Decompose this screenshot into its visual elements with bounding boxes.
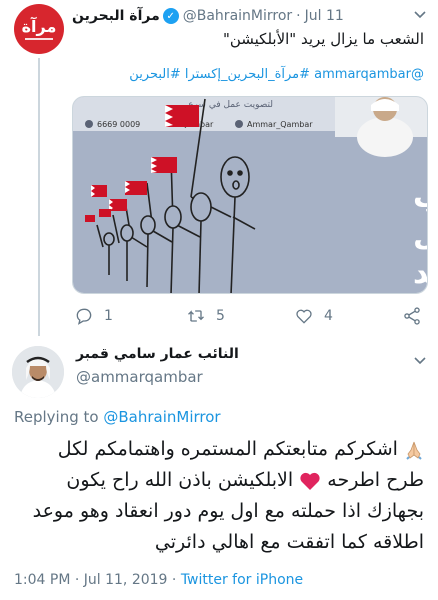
reply-tweet-text: اشكركم متابعتكم المستمره واهتمامكم لكل ط… [14, 434, 424, 558]
parent-tweet-actions: 1 5 4 [72, 306, 428, 330]
reply-count: 1 [104, 308, 113, 324]
like-icon [296, 309, 312, 324]
thread-connector-line [38, 58, 40, 336]
reply-timestamp[interactable]: 1:04 PM · Jul 11, 2019 · [14, 572, 176, 588]
replying-to-link[interactable]: @BahrainMirror [103, 408, 220, 426]
replying-to-prefix: Replying to [14, 408, 99, 426]
parent-tweet-hashtags[interactable]: @ammarqambar #مرآة_البحرين_إكسترا #البحر… [72, 67, 424, 82]
reply-display-name[interactable]: النائب عمار سامي قمبر [76, 346, 239, 362]
poster-text-line2: ما يزال [413, 218, 428, 253]
parent-handle[interactable]: @BahrainMirror [183, 8, 292, 24]
red-heart-icon [300, 472, 320, 490]
poster-text-line1: الشعب [413, 180, 428, 215]
parent-tweet[interactable]: مرآة مرآة البحرين ✓ @BahrainMirror · Jul… [0, 0, 438, 338]
share-action[interactable] [402, 306, 432, 326]
retweet-action[interactable]: 5 [186, 306, 225, 326]
parent-tweet-header: مرآة البحرين ✓ @BahrainMirror · Jul 11 [72, 6, 428, 26]
parent-tweet-text: الشعب ما يزال يريد "الأبلكيشن" [222, 30, 424, 48]
poster-handle-right: Ammar_Qambar [247, 120, 313, 129]
retweet-count: 5 [216, 308, 225, 324]
avatar-logo-underline [25, 37, 53, 40]
bahrain-mirror-avatar[interactable]: مرآة [14, 4, 64, 54]
retweet-icon [188, 310, 204, 322]
ammar-qambar-avatar[interactable] [12, 346, 64, 398]
reply-icon [76, 308, 92, 325]
reply-source[interactable]: Twitter for iPhone [181, 572, 303, 588]
separator-dot: · [296, 8, 301, 24]
poster-text-line3: يريد [413, 256, 428, 291]
avatar-logo-text: مرآة [21, 16, 57, 36]
parent-timestamp[interactable]: Jul 11 [305, 8, 344, 24]
share-icon [404, 307, 420, 325]
verified-icon: ✓ [162, 8, 179, 24]
reply-handle[interactable]: @ammarqambar [76, 368, 203, 386]
like-action[interactable]: 4 [294, 306, 333, 326]
poster-phone-number: 6669 0009 [97, 120, 140, 129]
like-count: 4 [324, 308, 333, 324]
chevron-down-icon[interactable] [412, 352, 428, 368]
parent-display-name[interactable]: مرآة البحرين [72, 8, 160, 24]
replying-to-line: Replying to @BahrainMirror [14, 408, 221, 426]
reply-action[interactable]: 1 [74, 306, 113, 326]
reply-tweet[interactable]: النائب عمار سامي قمبر @ammarqambar Reply… [0, 338, 438, 600]
chevron-down-icon[interactable] [412, 6, 428, 22]
reply-metadata: 1:04 PM · Jul 11, 2019 · Twitter for iPh… [14, 572, 303, 588]
poster-header-top-text: لتصويت عمل في سرع [188, 100, 273, 110]
tweet-image[interactable]: لتصويت عمل في سرع 6669 0009 Qambar Ammar… [72, 96, 428, 294]
praying-hands-icon [406, 441, 422, 460]
